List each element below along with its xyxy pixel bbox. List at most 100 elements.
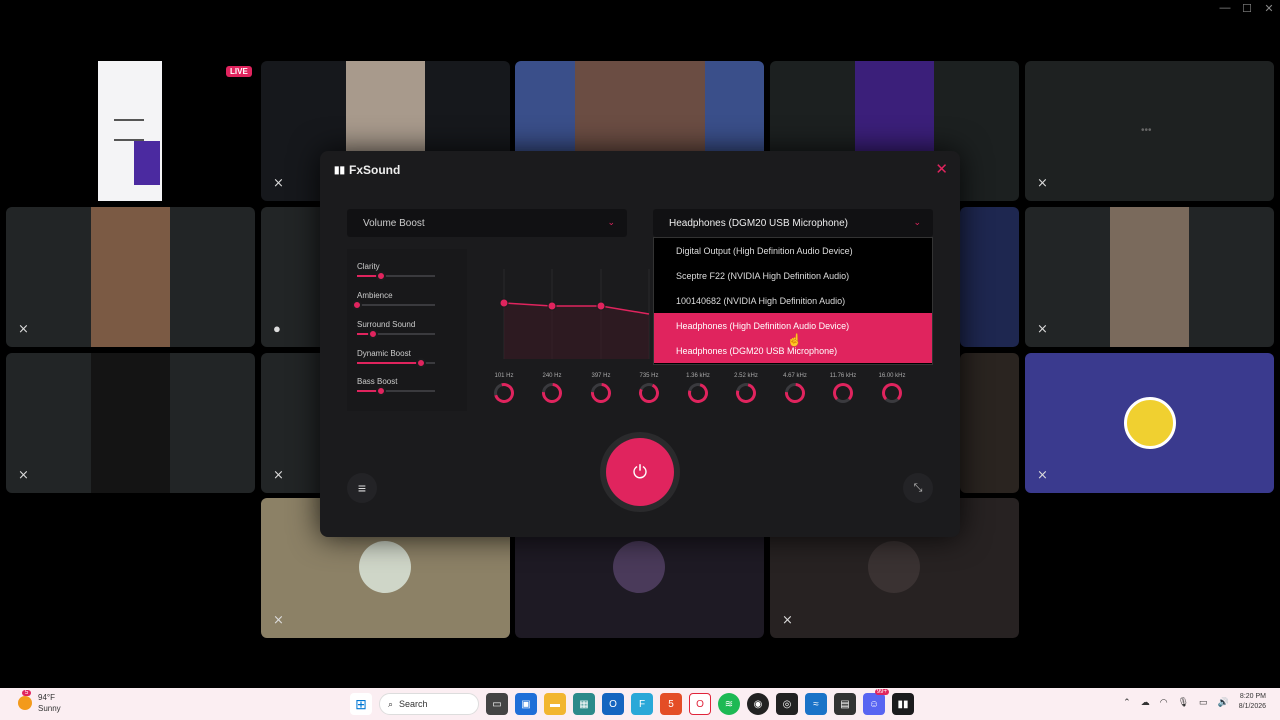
slider-track[interactable] (357, 329, 435, 339)
outlook-icon[interactable]: O (602, 693, 624, 715)
chevron-down-icon: ⌄ (913, 217, 921, 227)
search-label: Search (399, 699, 428, 709)
spotify-icon[interactable]: ≋ (718, 693, 740, 715)
effect-slider[interactable]: Clarity (357, 262, 435, 281)
taskbar-apps: ⊞ ⌕ Search ▭ ▣ ▬ ▦ O F 5 O ≋ ◉ ◎ ≈ ▤ ☺ 99… (350, 689, 914, 715)
band-dial[interactable] (490, 379, 518, 407)
fxsound-title: ▮▮ FxSound (334, 163, 400, 177)
mic-muted-icon: ⨯ (782, 612, 793, 627)
device-option[interactable]: Digital Output (High Definition Audio De… (654, 238, 932, 263)
participant-tile[interactable]: ⨯ (1025, 353, 1274, 493)
effect-label: Surround Sound (357, 320, 416, 329)
wifi-icon[interactable]: ◠ (1160, 697, 1168, 708)
slider-track[interactable] (357, 358, 435, 368)
maximize-button[interactable]: ☐ (1236, 0, 1258, 16)
participant-tile[interactable]: ⨯ (6, 207, 255, 347)
preset-label: Volume Boost (363, 217, 425, 229)
eq-point[interactable] (547, 301, 557, 311)
mic-muted-icon: ⨯ (1037, 175, 1048, 190)
taskbar: 94°F Sunny ⊞ ⌕ Search ▭ ▣ ▬ ▦ O F 5 O ≋ … (0, 688, 1280, 720)
collapse-icon: ⤡ (913, 481, 923, 494)
weather-temp: 94°F (38, 693, 55, 702)
shrink-view-button[interactable]: ⤡ (903, 473, 933, 503)
store-icon[interactable]: ▣ (515, 693, 537, 715)
hand-cursor-icon: ☝ (787, 333, 802, 347)
band-dial[interactable] (882, 383, 902, 403)
close-window-button[interactable]: ✕ (1258, 0, 1280, 16)
output-device-dropdown[interactable]: Headphones (DGM20 USB Microphone) ⌄ (653, 209, 933, 237)
effect-label: Ambience (357, 291, 393, 300)
sun-icon (18, 696, 32, 710)
volume-icon[interactable]: 🔊 (1218, 697, 1229, 708)
calendar-icon[interactable]: ▦ (573, 693, 595, 715)
power-button[interactable]: ⏻ (606, 438, 674, 506)
eq-point[interactable] (596, 301, 606, 311)
browser-icon[interactable]: ≈ (805, 693, 827, 715)
effect-slider[interactable]: Ambience (352, 291, 435, 310)
slider-track[interactable] (352, 300, 435, 310)
effect-slider[interactable]: Bass Boost (357, 377, 435, 396)
band-dial[interactable] (684, 379, 712, 407)
terminal-icon[interactable]: ▤ (834, 693, 856, 715)
live-badge: LIVE (226, 66, 252, 77)
participant-tile[interactable]: ••• ⨯ (1025, 61, 1274, 201)
monitor-icon[interactable]: ▭ (1199, 697, 1208, 708)
taskbar-search[interactable]: ⌕ Search (379, 693, 479, 715)
participant-tile[interactable]: ⨯ (1025, 207, 1274, 347)
device-option[interactable]: 100140682 (NVIDIA High Definition Audio) (654, 288, 932, 313)
fxsound-window: ▮▮ FxSound ✕ Volume Boost ⌄ Headphones (… (320, 151, 960, 537)
minimize-button[interactable]: — (1214, 0, 1236, 16)
mic-muted-icon: ⨯ (273, 612, 284, 627)
device-option[interactable]: Sceptre F22 (NVIDIA High Definition Audi… (654, 263, 932, 288)
cloud-icon[interactable]: ☁ (1141, 697, 1150, 708)
slider-fill (357, 362, 421, 364)
mic-muted-icon: ⨯ (18, 467, 29, 482)
eq-point[interactable] (499, 298, 509, 308)
phone-screen-share (98, 61, 162, 201)
notification-badge: 5 (22, 690, 32, 696)
participant-tile[interactable] (960, 353, 1019, 493)
opera-icon[interactable]: O (689, 693, 711, 715)
participant-avatar (613, 541, 665, 593)
participant-avatar (868, 541, 920, 593)
power-icon: ⏻ (632, 461, 648, 482)
html5-icon[interactable]: 5 (660, 693, 682, 715)
band-label: 16.00 kHz (878, 373, 906, 379)
task-view-icon[interactable]: ▭ (486, 693, 508, 715)
band-dial[interactable] (537, 378, 567, 408)
participant-tile[interactable] (960, 207, 1019, 347)
slider-track[interactable] (357, 386, 435, 396)
close-icon[interactable]: ✕ (935, 160, 948, 178)
band-dial[interactable] (732, 379, 760, 407)
clock[interactable]: 8:20 PM 8/1/2026 (1239, 692, 1266, 712)
band-dial[interactable] (636, 380, 662, 406)
microphone-icon[interactable]: 🎙 (1178, 697, 1189, 708)
capture-icon[interactable]: ◎ (776, 693, 798, 715)
menu-button[interactable]: ≡ (347, 473, 377, 503)
preset-dropdown[interactable]: Volume Boost ⌄ (347, 209, 627, 237)
github-icon[interactable]: ◉ (747, 693, 769, 715)
band-dial[interactable] (780, 378, 810, 408)
mic-muted-icon: ⨯ (273, 467, 284, 482)
effect-slider[interactable]: Surround Sound (357, 320, 435, 339)
band-dial[interactable] (833, 383, 853, 403)
participant-tile[interactable] (6, 61, 255, 201)
slider-knob[interactable] (376, 271, 386, 281)
participant-tile[interactable]: ⨯ (6, 353, 255, 493)
windows-start-icon[interactable]: ⊞ (350, 693, 372, 715)
weather-desc: Sunny (38, 704, 61, 713)
discord-icon[interactable]: ☺ 99+ (863, 689, 889, 715)
fxsound-taskbar-icon[interactable]: ▮▮ (892, 693, 914, 715)
slider-knob[interactable] (352, 300, 362, 310)
slider-knob[interactable] (376, 386, 386, 396)
app-icon[interactable]: F (631, 693, 653, 715)
slider-knob[interactable] (416, 358, 426, 368)
chevron-up-icon[interactable]: ⌃ (1123, 697, 1131, 708)
effect-slider[interactable]: Dynamic Boost (357, 349, 435, 368)
effect-label: Clarity (357, 262, 380, 271)
slider-track[interactable] (357, 271, 435, 281)
participant-video (1110, 207, 1189, 347)
slider-knob[interactable] (368, 329, 378, 339)
file-explorer-icon[interactable]: ▬ (544, 693, 566, 715)
band-dial[interactable] (586, 378, 616, 408)
